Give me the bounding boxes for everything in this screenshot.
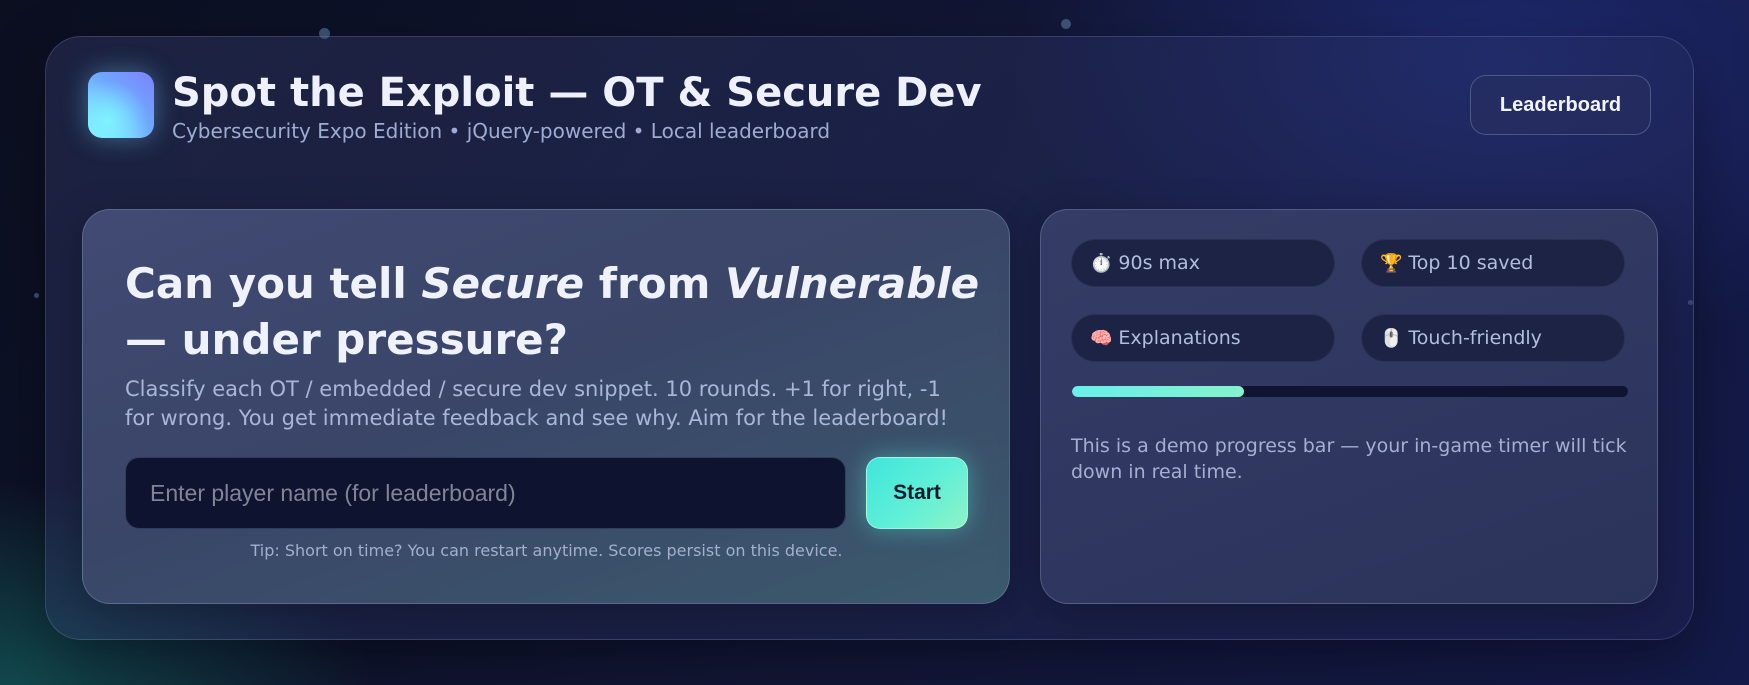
mouse-icon: 🖱️ (1380, 327, 1403, 349)
feature-chip-timer: ⏱️ 90s max (1071, 239, 1335, 287)
chip-label: Touch-friendly (1408, 327, 1542, 349)
hero-description: Classify each OT / embedded / secure dev… (125, 377, 948, 430)
headline-emphasis-vulnerable: Vulnerable (725, 259, 980, 308)
feature-chip-explanations: 🧠 Explanations (1071, 314, 1335, 362)
brain-icon: 🧠 (1090, 327, 1113, 349)
leaderboard-button[interactable]: Leaderboard (1470, 75, 1651, 135)
hero-headline: Can you tell Secure from Vulnerable — un… (125, 256, 985, 368)
demo-progress-bar (1072, 386, 1628, 397)
chip-label: Top 10 saved (1408, 252, 1534, 274)
player-name-input[interactable] (125, 457, 846, 529)
trophy-icon: 🏆 (1380, 252, 1403, 274)
background-dot (34, 293, 39, 298)
chip-label: 90s max (1118, 252, 1200, 274)
app-subtitle: Cybersecurity Expo Edition • jQuery-powe… (172, 119, 831, 143)
app-title: Spot the Exploit — OT & Secure Dev (172, 70, 982, 116)
chip-label: Explanations (1118, 327, 1241, 349)
stopwatch-icon: ⏱️ (1090, 252, 1113, 274)
headline-text: from (584, 259, 726, 308)
app-logo-icon (88, 72, 154, 138)
background-dot (1061, 19, 1071, 29)
headline-text: — under pressure? (125, 315, 569, 364)
headline-emphasis-secure: Secure (421, 259, 585, 308)
info-panel: ⏱️ 90s max 🏆 Top 10 saved 🧠 Explanations… (1040, 209, 1658, 604)
feature-chip-leaderboard: 🏆 Top 10 saved (1361, 239, 1625, 287)
hero-panel: Can you tell Secure from Vulnerable — un… (82, 209, 1010, 604)
progress-fill (1072, 386, 1245, 397)
progress-note: This is a demo progress bar — your in-ga… (1071, 435, 1627, 483)
headline-text: Can you tell (125, 259, 422, 308)
start-button[interactable]: Start (866, 457, 968, 529)
feature-chip-touch: 🖱️ Touch-friendly (1361, 314, 1625, 362)
tip-text: Tip: Short on time? You can restart anyt… (250, 541, 843, 560)
